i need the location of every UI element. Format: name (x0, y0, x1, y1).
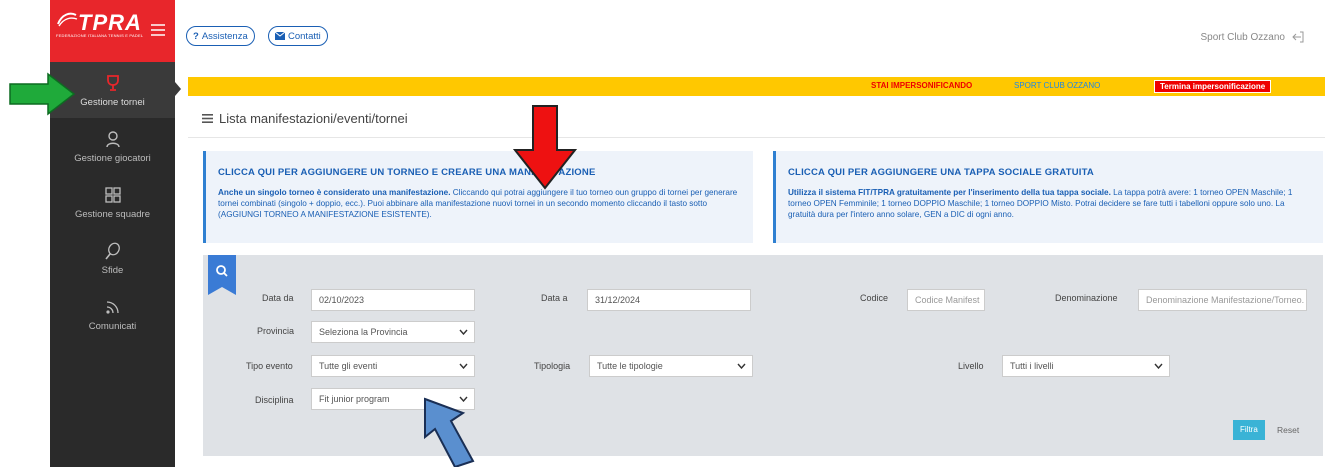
data-da-label: Data da (262, 293, 294, 303)
reset-button[interactable]: Reset (1271, 420, 1305, 440)
tpra-logo[interactable]: TPRA FEDERAZIONE ITALIANA TENNIS E PADEL (50, 0, 175, 62)
chevron-down-icon (459, 363, 468, 369)
provincia-label: Provincia (257, 326, 295, 336)
impersonation-bar: STAI IMPERSONIFICANDO SPORT CLUB OZZANO … (188, 77, 1325, 96)
sidebar-item-comunicati[interactable]: Comunicati (50, 286, 175, 342)
logo-swoosh-icon (57, 12, 78, 27)
codice-input[interactable]: Codice Manifest (907, 289, 985, 311)
add-social-stage-card[interactable]: CLICCA QUI PER AGGIUNGERE UNA TAPPA SOCI… (773, 151, 1323, 243)
data-a-input[interactable]: 31/12/2024 (587, 289, 751, 311)
tipo-evento-select[interactable]: Tutte gli eventi (311, 355, 475, 377)
add-tournament-title: CLICCA QUI PER AGGIUNGERE UN TORNEO E CR… (218, 167, 596, 178)
logo-subtitle: FEDERAZIONE ITALIANA TENNIS E PADEL (56, 33, 144, 38)
sidebar-item-label: Gestione tornei (80, 96, 145, 108)
livello-value: Tutti i livelli (1010, 361, 1054, 371)
blue-arrow-annotation (424, 397, 475, 467)
provincia-select[interactable]: Seleziona la Provincia (311, 321, 475, 343)
user-club[interactable]: Sport Club Ozzano (1201, 30, 1306, 44)
player-icon (105, 130, 120, 147)
sidebar-item-label: Comunicati (88, 320, 137, 332)
tipo-evento-value: Tutte gli eventi (319, 361, 378, 371)
green-arrow-annotation (9, 72, 76, 116)
tipologia-label: Tipologia (534, 361, 571, 371)
add-tournament-card[interactable]: CLICCA QUI PER AGGIUNGERE UN TORNEO E CR… (203, 151, 753, 243)
menu-toggle-icon[interactable] (151, 24, 165, 36)
filtra-button[interactable]: Filtra (1233, 420, 1265, 440)
codice-label: Codice (860, 293, 889, 303)
tipologia-select[interactable]: Tutte le tipologie (589, 355, 753, 377)
club-name: Sport Club Ozzano (1200, 31, 1286, 43)
data-a-label: Data a (541, 293, 568, 303)
contatti-button[interactable]: Contatti (268, 26, 328, 46)
logout-icon[interactable] (1291, 30, 1305, 44)
data-da-input[interactable]: 02/10/2023 (311, 289, 475, 311)
add-tournament-bold: Anche un singolo torneo è considerato un… (218, 188, 451, 197)
sidebar-item-label: Gestione giocatori (74, 152, 151, 164)
impersonation-label: STAI IMPERSONIFICANDO (871, 81, 973, 90)
question-icon: ? (193, 30, 199, 42)
assistenza-label: Assistenza (201, 30, 248, 42)
contatti-label: Contatti (288, 30, 321, 42)
add-social-stage-title: CLICCA QUI PER AGGIUNGERE UNA TAPPA SOCI… (788, 167, 1094, 178)
sidebar-item-label: Gestione squadre (75, 208, 150, 220)
end-impersonation-button[interactable]: Termina impersonificazione (1154, 80, 1272, 93)
tipologia-value: Tutte le tipologie (597, 361, 663, 371)
livello-label: Livello (958, 361, 984, 371)
denominazione-input[interactable]: Denominazione Manifestazione/Torneo. (1138, 289, 1307, 311)
list-icon (202, 114, 213, 123)
assistenza-button[interactable]: ? Assistenza (186, 26, 255, 46)
sidebar-item-label: Sfide (101, 264, 124, 276)
envelope-icon (275, 32, 285, 40)
racket-icon (104, 242, 120, 259)
page-title: Lista manifestazioni/eventi/tornei (219, 111, 408, 126)
denominazione-label: Denominazione (1055, 293, 1118, 303)
search-icon (208, 255, 236, 295)
filter-panel: Data da 02/10/2023 Data a 31/12/2024 Cod… (203, 255, 1323, 456)
tipo-evento-label: Tipo evento (246, 361, 293, 371)
sidebar: TPRA FEDERAZIONE ITALIANA TENNIS E PADEL… (50, 0, 181, 467)
disciplina-value: Fit junior program (319, 394, 390, 404)
broadcast-icon (105, 300, 119, 314)
red-arrow-annotation (513, 105, 577, 190)
chevron-down-icon (737, 363, 746, 369)
add-social-stage-text: Utilizza il sistema FIT/TPRA gratuitamen… (788, 187, 1313, 220)
chevron-down-icon (459, 329, 468, 335)
chevron-down-icon (1154, 363, 1163, 369)
sidebar-item-gestione-giocatori[interactable]: Gestione giocatori (50, 118, 175, 174)
sidebar-item-gestione-squadre[interactable]: Gestione squadre (50, 174, 175, 230)
top-bar: ? Assistenza Contatti Sport Club Ozzano (175, 0, 1325, 72)
livello-select[interactable]: Tutti i livelli (1002, 355, 1170, 377)
trophy-icon (106, 74, 119, 91)
disciplina-label: Disciplina (255, 395, 294, 405)
sidebar-item-sfide[interactable]: Sfide (50, 230, 175, 286)
page-heading: Lista manifestazioni/eventi/tornei (188, 100, 1325, 138)
add-tournament-text: Anche un singolo torneo è considerato un… (218, 187, 743, 220)
grid-icon (104, 186, 121, 203)
add-social-stage-bold: Utilizza il sistema FIT/TPRA gratuitamen… (788, 188, 1111, 197)
impersonation-club: SPORT CLUB OZZANO (1014, 81, 1101, 90)
provincia-value: Seleziona la Provincia (319, 327, 408, 337)
